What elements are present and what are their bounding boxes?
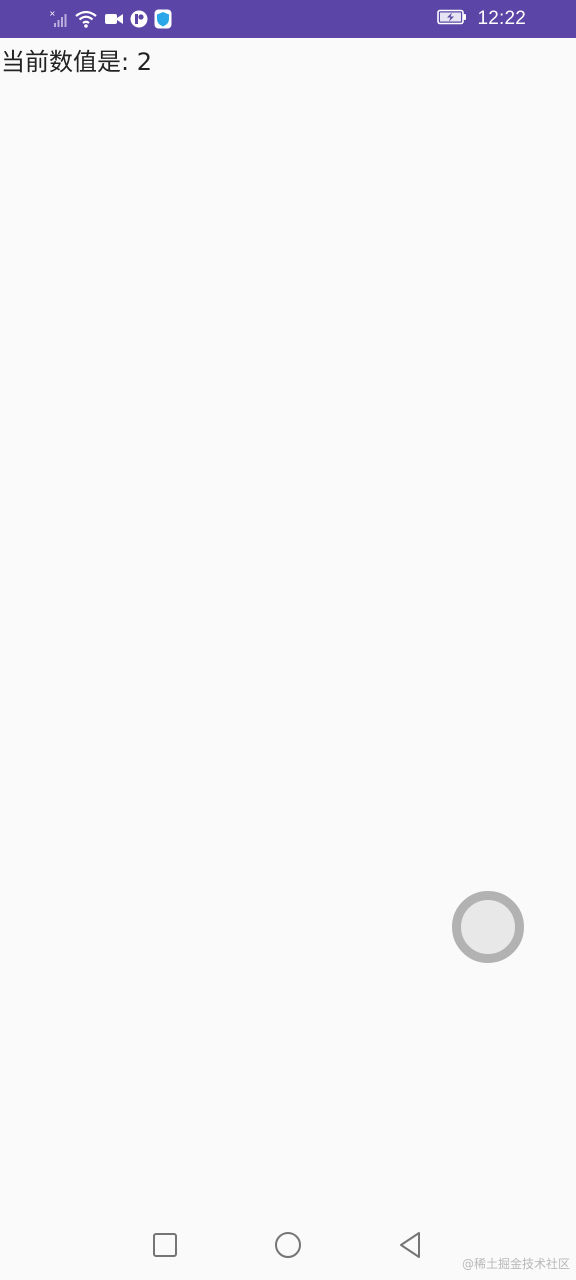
touch-indicator-icon bbox=[452, 891, 524, 963]
recent-apps-icon bbox=[153, 1233, 177, 1257]
battery-charging-icon bbox=[437, 9, 467, 29]
main-content: 当前数值是: 2 bbox=[0, 38, 576, 1210]
back-icon bbox=[400, 1232, 420, 1258]
back-button[interactable] bbox=[395, 1230, 425, 1260]
svg-text:×: × bbox=[49, 9, 56, 18]
signal-off-icon: × bbox=[48, 9, 68, 29]
watermark: @稀土掘金技术社区 bbox=[461, 1257, 570, 1271]
app-notification-icon bbox=[130, 10, 148, 28]
video-camera-icon bbox=[104, 11, 124, 27]
wifi-icon bbox=[74, 9, 98, 29]
status-time: 12:22 bbox=[477, 8, 526, 29]
home-icon bbox=[275, 1232, 301, 1258]
status-bar: × 12:22 bbox=[0, 0, 576, 38]
counter-text: 当前数值是: 2 bbox=[1, 48, 152, 76]
status-icons-left: × bbox=[48, 8, 172, 30]
home-button[interactable] bbox=[273, 1230, 303, 1260]
status-icons-right: 12:22 bbox=[437, 6, 526, 32]
shield-icon bbox=[154, 9, 172, 29]
recent-apps-button[interactable] bbox=[150, 1230, 180, 1260]
